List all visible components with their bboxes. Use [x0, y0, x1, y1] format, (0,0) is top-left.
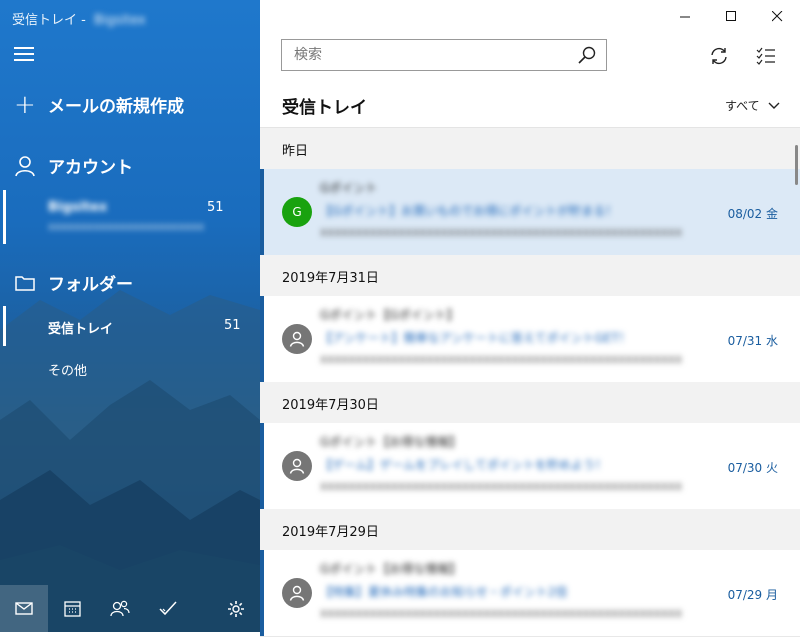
sync-button[interactable]	[705, 43, 733, 69]
message-sender: Gポイント	[320, 181, 378, 195]
message-item[interactable]: Gポイント【お得な情報】 【特集】夏休み特集のお知らせ・ポイント2倍 xxxxx…	[260, 550, 800, 637]
search-input[interactable]	[292, 46, 566, 64]
unread-indicator	[260, 423, 264, 509]
filter-label: すべて	[725, 99, 760, 113]
message-preview: xxxxxxxxxxxxxxxxxxxxxxxxxxxxxxxxxxxxxxxx…	[320, 225, 683, 239]
mail-nav-button[interactable]	[0, 585, 48, 632]
sidebar: 受信トレイ - Bigsitex + メールの新規作成 アカウント Bigsit…	[0, 0, 260, 632]
message-preview: xxxxxxxxxxxxxxxxxxxxxxxxxxxxxxxxxxxxxxxx…	[320, 606, 683, 620]
maximize-icon	[725, 10, 736, 21]
date-group-header: 2019年7月29日	[260, 509, 800, 550]
person-icon	[289, 458, 305, 474]
list-title: 受信トレイ	[282, 98, 367, 118]
gear-icon	[228, 600, 244, 617]
new-mail-label: メールの新規作成	[48, 97, 184, 117]
mail-icon	[15, 602, 33, 615]
person-icon	[15, 155, 35, 176]
unread-indicator	[260, 296, 264, 382]
selection-mode-button[interactable]	[752, 43, 780, 69]
message-sender: Gポイント【お得な情報】	[320, 435, 462, 449]
avatar	[282, 578, 312, 608]
message-date: 07/31 水	[727, 334, 778, 348]
date-group-header: 2019年7月31日	[260, 255, 800, 296]
selection-indicator	[3, 306, 6, 346]
message-item[interactable]: Gポイント【Gポイント】 【アンケート】簡単なアンケートに答えてポイントGET！…	[260, 296, 800, 383]
close-button[interactable]	[754, 0, 800, 32]
avatar: G	[282, 197, 312, 227]
close-icon	[771, 10, 782, 21]
unread-indicator	[260, 550, 264, 636]
message-list-pane: 受信トレイ すべて 昨日 G Gポイント 【Gポイント】お買いものでお得にポイン…	[260, 0, 800, 637]
accounts-header[interactable]: アカウント	[14, 153, 133, 178]
folder-other[interactable]: その他	[48, 360, 87, 379]
message-date: 08/02 金	[727, 207, 778, 221]
sync-icon	[711, 47, 727, 65]
message-subject: 【ゲーム】ゲームをプレイしてポイントを貯めよう！	[320, 458, 607, 472]
message-item[interactable]: Gポイント【お得な情報】 【ゲーム】ゲームをプレイしてポイントを貯めよう！ xx…	[260, 423, 800, 510]
avatar	[282, 324, 312, 354]
bottom-nav	[0, 585, 260, 632]
account-name: Bigsitex	[48, 200, 108, 215]
window-title: 受信トレイ - Bigsitex	[12, 13, 146, 28]
account-email: xxxxxxxxxxxxxxxxxxxxxxxx	[48, 220, 205, 233]
todo-nav-button[interactable]	[144, 585, 192, 632]
maximize-button[interactable]	[708, 0, 754, 32]
folder-inbox-label: 受信トレイ	[48, 322, 114, 337]
avatar	[282, 451, 312, 481]
message-subject: 【特集】夏休み特集のお知らせ・ポイント2倍	[320, 585, 568, 599]
plus-icon: +	[14, 89, 36, 120]
minimize-icon	[679, 16, 690, 17]
folders-label: フォルダー	[48, 275, 133, 295]
calendar-nav-button[interactable]	[48, 585, 96, 632]
account-item[interactable]: Bigsitex xxxxxxxxxxxxxxxxxxxxxxxx 51	[0, 190, 260, 244]
search-icon[interactable]	[578, 46, 596, 64]
message-date: 07/29 月	[727, 588, 778, 602]
menu-icon[interactable]	[14, 47, 34, 61]
selection-indicator	[3, 190, 6, 244]
filter-dropdown[interactable]: すべて	[725, 97, 780, 114]
checkmark-icon	[159, 601, 177, 616]
message-item[interactable]: G Gポイント 【Gポイント】お買いものでお得にポイントが貯まる！ xxxxxx…	[260, 169, 800, 256]
unread-indicator	[260, 169, 264, 255]
calendar-icon	[63, 601, 81, 617]
message-preview: xxxxxxxxxxxxxxxxxxxxxxxxxxxxxxxxxxxxxxxx…	[320, 352, 683, 366]
search-box[interactable]	[281, 39, 607, 71]
person-icon	[289, 331, 305, 347]
settings-nav-button[interactable]	[212, 585, 260, 632]
folder-icon	[15, 275, 35, 291]
message-sender: Gポイント【お得な情報】	[320, 562, 462, 576]
people-nav-button[interactable]	[96, 585, 144, 632]
people-icon	[110, 600, 130, 617]
date-group-header: 2019年7月30日	[260, 382, 800, 423]
message-preview: xxxxxxxxxxxxxxxxxxxxxxxxxxxxxxxxxxxxxxxx…	[320, 479, 683, 493]
message-sender: Gポイント【Gポイント】	[320, 308, 459, 322]
folders-header[interactable]: フォルダー	[14, 270, 133, 295]
minimize-button[interactable]	[662, 0, 708, 32]
message-date: 07/30 火	[727, 461, 778, 475]
chevron-down-icon	[768, 102, 780, 109]
message-subject: 【アンケート】簡単なアンケートに答えてポイントGET！	[320, 331, 631, 345]
accounts-label: アカウント	[48, 158, 133, 178]
folder-inbox[interactable]: 受信トレイ 51	[0, 306, 260, 346]
message-subject: 【Gポイント】お買いものでお得にポイントが貯まる！	[320, 204, 618, 218]
date-group-header: 昨日	[260, 128, 800, 169]
checklist-icon	[756, 47, 775, 65]
scrollbar-thumb[interactable]	[795, 145, 798, 185]
person-icon	[289, 585, 305, 601]
folder-inbox-count: 51	[224, 318, 241, 333]
new-mail-button[interactable]: + メールの新規作成	[14, 89, 184, 120]
account-unread-count: 51	[207, 200, 224, 215]
message-list[interactable]: 昨日 G Gポイント 【Gポイント】お買いものでお得にポイントが貯まる！ xxx…	[260, 127, 800, 637]
